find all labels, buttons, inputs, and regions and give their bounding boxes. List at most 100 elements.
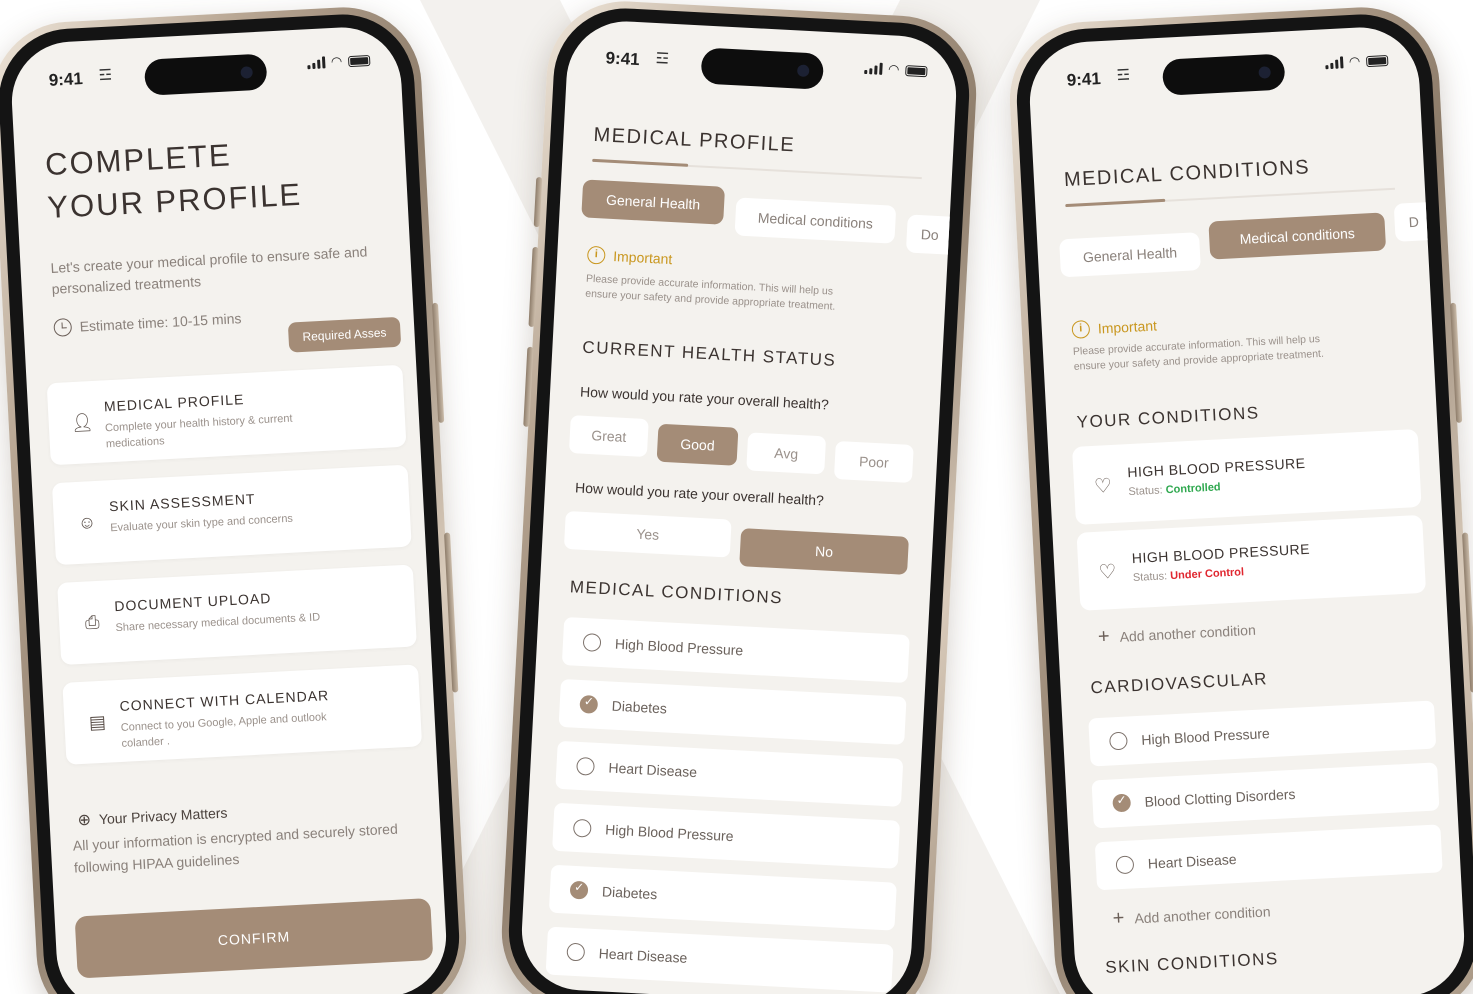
card-desc: Complete your health history & current m… bbox=[104, 412, 293, 451]
condition-row[interactable]: Heart Disease bbox=[555, 740, 904, 807]
tab-medical-conditions[interactable]: Medical conditions bbox=[734, 197, 897, 244]
clock-icon bbox=[53, 317, 73, 337]
title-underline bbox=[592, 158, 689, 167]
required-badge: Required Asses bbox=[287, 316, 402, 353]
condition-label: Heart Disease bbox=[608, 759, 698, 781]
tab-general-health[interactable]: General Health bbox=[1059, 232, 1201, 278]
important-notice: i Important bbox=[1071, 316, 1158, 339]
your-condition-card[interactable]: ♡ HIGH BLOOD PRESSURE Status: Under Cont… bbox=[1076, 514, 1427, 611]
tab-documents[interactable]: D bbox=[1393, 201, 1446, 242]
condition-row[interactable]: Diabetes bbox=[548, 864, 897, 931]
document-icon: ⎙ bbox=[84, 611, 100, 633]
condition-label: Heart Disease bbox=[598, 945, 688, 966]
condition-label: High Blood Pressure bbox=[604, 821, 734, 845]
section-your-conditions: YOUR CONDITIONS bbox=[1076, 403, 1261, 432]
condition-row[interactable]: High Blood Pressure bbox=[561, 617, 910, 684]
condition-title: HIGH BLOOD PRESSURE bbox=[1126, 454, 1306, 481]
tab-general-health[interactable]: General Health bbox=[581, 179, 726, 225]
condition-label: Blood Clotting Disorders bbox=[1144, 785, 1296, 810]
phone-complete-profile: 9:41 ☲ ◠ COMPLETE YOUR PROFILE Let's cre… bbox=[0, 3, 471, 994]
important-label: Important bbox=[612, 248, 673, 268]
add-condition-label: Add another condition bbox=[1133, 902, 1271, 926]
status-label: Status: bbox=[1128, 484, 1163, 499]
page-title: MEDICAL CONDITIONS bbox=[1063, 156, 1311, 192]
title-underline bbox=[1065, 198, 1166, 208]
info-icon: i bbox=[586, 245, 606, 265]
option-poor[interactable]: Poor bbox=[833, 440, 914, 484]
condition-row[interactable]: High Blood Pressure bbox=[552, 802, 901, 869]
section-medical-conditions: MEDICAL CONDITIONS bbox=[569, 577, 784, 608]
card-desc: Connect to you Google, Apple and outlook… bbox=[120, 711, 327, 750]
status-value: Under Control bbox=[1169, 566, 1245, 583]
estimate-time: Estimate time: 10-15 mins bbox=[53, 309, 242, 337]
question-1: How would you rate your overall health? bbox=[579, 383, 830, 413]
condition-status: Status: Under Control bbox=[1133, 566, 1245, 584]
radio-unchecked[interactable] bbox=[576, 756, 595, 776]
plus-icon: + bbox=[1112, 906, 1125, 930]
condition-row[interactable]: Heart Disease bbox=[545, 926, 894, 993]
card-medical-profile[interactable]: 👤︎ MEDICAL PROFILE Complete your health … bbox=[46, 364, 407, 466]
card-skin-assessment[interactable]: ☺ SKIN ASSESSMENT Evaluate your skin typ… bbox=[51, 464, 412, 566]
card-connect-calendar[interactable]: ▤ CONNECT WITH CALENDAR Connect to you G… bbox=[62, 664, 423, 765]
phone-medical-profile: 9:41 ☲ ◠ MEDICAL PROFILE General Health … bbox=[497, 0, 981, 994]
card-title: MEDICAL PROFILE bbox=[103, 391, 245, 415]
radio-unchecked[interactable] bbox=[566, 942, 586, 962]
heart-icon: ♡ bbox=[1093, 475, 1113, 498]
tab-medical-conditions[interactable]: Medical conditions bbox=[1208, 212, 1387, 260]
condition-label: Diabetes bbox=[611, 697, 668, 717]
condition-title: HIGH BLOOD PRESSURE bbox=[1131, 540, 1311, 567]
card-title: SKIN ASSESSMENT bbox=[108, 490, 256, 515]
option-yes[interactable]: Yes bbox=[563, 510, 732, 558]
add-condition-label: Add another condition bbox=[1119, 621, 1257, 645]
phone-medical-conditions: 9:41 ☲ ◠ MEDICAL CONDITIONS General Heal… bbox=[1005, 3, 1473, 994]
important-desc: Please provide accurate information. Thi… bbox=[584, 272, 836, 313]
heart-icon: ♡ bbox=[1098, 560, 1118, 584]
section-cardiovascular: CARDIOVASCULAR bbox=[1090, 669, 1269, 698]
add-condition-button-2[interactable]: + Add another condition bbox=[1112, 899, 1271, 930]
person-icon: 👤︎ bbox=[70, 411, 95, 434]
card-document-upload[interactable]: ⎙ DOCUMENT UPLOAD Share necessary medica… bbox=[57, 564, 417, 665]
important-label: Important bbox=[1097, 317, 1158, 337]
radio-unchecked[interactable] bbox=[1115, 855, 1135, 875]
confirm-button[interactable]: CONFIRM bbox=[74, 897, 434, 979]
radio-unchecked[interactable] bbox=[1108, 731, 1128, 751]
radio-checked[interactable] bbox=[569, 880, 589, 900]
condition-row[interactable]: Heart Disease bbox=[1094, 824, 1443, 891]
status-value: Controlled bbox=[1165, 481, 1221, 497]
condition-label: Diabetes bbox=[601, 883, 658, 903]
tab-documents[interactable]: Do bbox=[905, 214, 960, 256]
page-title: MEDICAL PROFILE bbox=[593, 123, 796, 157]
section-health-status: CURRENT HEALTH STATUS bbox=[581, 337, 837, 370]
add-condition-button[interactable]: + Add another condition bbox=[1097, 618, 1256, 649]
question-2: How would you rate your overall health? bbox=[574, 479, 825, 509]
condition-row[interactable]: Diabetes bbox=[558, 678, 907, 745]
option-avg[interactable]: Avg bbox=[746, 432, 827, 475]
info-icon: i bbox=[1071, 319, 1091, 339]
radio-unchecked[interactable] bbox=[582, 633, 602, 652]
page-subtitle: Let's create your medical profile to ens… bbox=[50, 243, 368, 297]
option-great[interactable]: Great bbox=[568, 415, 649, 458]
shield-plus-icon: ⊕ bbox=[77, 811, 92, 830]
option-no[interactable]: No bbox=[739, 528, 909, 575]
screen: 9:41 ☲ ◠ COMPLETE YOUR PROFILE Let's cre… bbox=[8, 24, 450, 994]
smile-icon: ☺ bbox=[77, 511, 97, 533]
radio-unchecked[interactable] bbox=[572, 818, 592, 838]
status-label: Status: bbox=[1132, 570, 1168, 585]
calendar-icon: ▤ bbox=[88, 711, 107, 733]
condition-label: Heart Disease bbox=[1147, 851, 1237, 872]
your-condition-card[interactable]: ♡ HIGH BLOOD PRESSURE Status: Controlled bbox=[1071, 428, 1422, 525]
radio-checked[interactable] bbox=[579, 694, 599, 714]
privacy-heading: ⊕ Your Privacy Matters bbox=[77, 802, 228, 830]
option-good[interactable]: Good bbox=[656, 423, 739, 466]
estimate-label: Estimate time: 10-15 mins bbox=[79, 310, 242, 335]
plus-icon: + bbox=[1097, 625, 1111, 648]
important-notice: i Important bbox=[586, 245, 673, 268]
condition-label: High Blood Pressure bbox=[1140, 725, 1271, 748]
condition-row[interactable]: High Blood Pressure bbox=[1088, 700, 1437, 767]
card-title: DOCUMENT UPLOAD bbox=[113, 589, 272, 615]
important-desc: Please provide accurate information. Thi… bbox=[1072, 332, 1325, 373]
radio-checked[interactable] bbox=[1112, 793, 1132, 813]
condition-status: Status: Controlled bbox=[1128, 481, 1221, 498]
condition-label: High Blood Pressure bbox=[614, 635, 744, 659]
condition-row[interactable]: Blood Clotting Disorders bbox=[1091, 762, 1440, 829]
